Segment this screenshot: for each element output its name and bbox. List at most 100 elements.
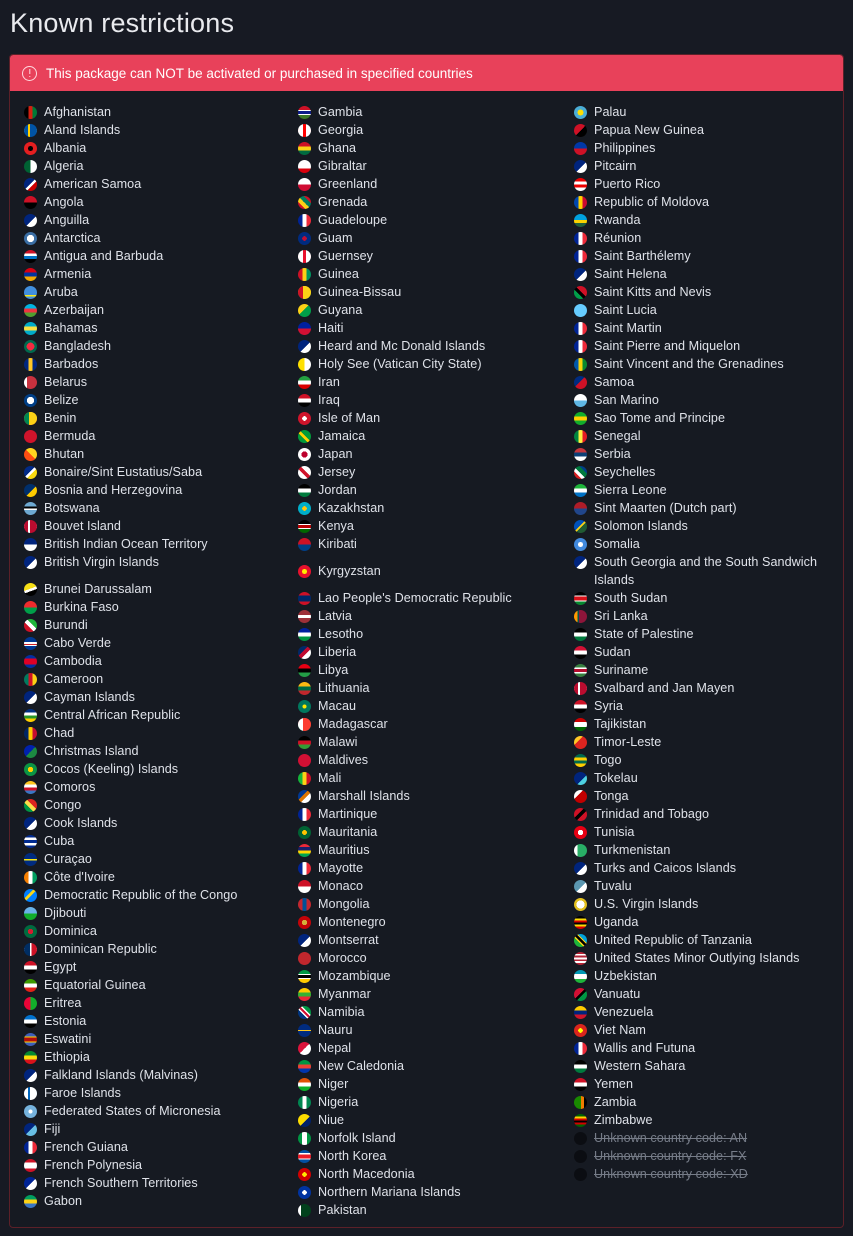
country-name: Greenland xyxy=(318,177,378,191)
country-flag-icon xyxy=(24,1104,37,1118)
country-flag-icon xyxy=(574,1005,587,1019)
country-flag-icon xyxy=(574,1041,587,1055)
country-list-item: Viet Nam xyxy=(574,1021,839,1039)
country-list-item: Afghanistan xyxy=(24,103,280,121)
country-list-item: Serbia xyxy=(574,445,839,463)
country-name: Eswatini xyxy=(44,1032,92,1046)
country-name: Malawi xyxy=(318,735,358,749)
country-list-item: Faroe Islands xyxy=(24,1084,280,1102)
country-name: Puerto Rico xyxy=(594,177,661,191)
country-list-item: Libya xyxy=(298,661,556,679)
country-flag-icon xyxy=(298,285,311,299)
country-name: Saint Martin xyxy=(594,321,662,335)
country-name: Brunei Darussalam xyxy=(44,582,152,596)
country-name: Kiribati xyxy=(318,537,357,551)
country-list-item: Republic of Moldova xyxy=(574,193,839,211)
country-name: Madagascar xyxy=(318,717,388,731)
country-name: Ethiopia xyxy=(44,1050,90,1064)
country-list-item: French Polynesia xyxy=(24,1156,280,1174)
country-list-item: Guinea-Bissau xyxy=(298,283,556,301)
country-flag-icon xyxy=(24,1086,37,1100)
country-list-item: Wallis and Futuna xyxy=(574,1039,839,1057)
country-list-item: Bahamas xyxy=(24,319,280,337)
country-list-item: Venezuela xyxy=(574,1003,839,1021)
country-name: Pakistan xyxy=(318,1203,367,1217)
country-name: Unknown country code: AN xyxy=(594,1131,748,1145)
country-flag-icon xyxy=(574,339,587,353)
country-list-item: Morocco xyxy=(298,949,556,967)
restriction-alert-banner: This package can NOT be activated or pur… xyxy=(10,55,843,91)
country-list-item: Maldives xyxy=(298,751,556,769)
country-name: Togo xyxy=(594,753,622,767)
country-list-item: Botswana xyxy=(24,499,280,517)
country-list-item: Niger xyxy=(298,1075,556,1093)
country-list-item: Saint Pierre and Miquelon xyxy=(574,337,839,355)
country-list-item: Burundi xyxy=(24,616,280,634)
country-list-item: Albania xyxy=(24,139,280,157)
country-name: Algeria xyxy=(44,159,84,173)
country-list-item: Mayotte xyxy=(298,859,556,877)
country-flag-icon xyxy=(298,429,311,443)
country-list-item: U.S. Virgin Islands xyxy=(574,895,839,913)
country-list-item: Gabon xyxy=(24,1192,280,1210)
country-list-item: Japan xyxy=(298,445,556,463)
country-list-item: Estonia xyxy=(24,1012,280,1030)
country-list-item: Sao Tome and Principe xyxy=(574,409,839,427)
country-list-item: Equatorial Guinea xyxy=(24,976,280,994)
country-name: New Caledonia xyxy=(318,1059,405,1073)
country-name: State of Palestine xyxy=(594,627,694,641)
country-list-item: Ghana xyxy=(298,139,556,157)
country-name: Sint Maarten (Dutch part) xyxy=(594,501,737,515)
country-name: Egypt xyxy=(44,960,77,974)
country-flag-icon xyxy=(574,591,587,605)
country-flag-icon xyxy=(24,1158,37,1172)
country-flag-icon xyxy=(574,1095,587,1109)
country-name: French Polynesia xyxy=(44,1158,143,1172)
country-flag-icon xyxy=(24,690,37,704)
country-list-item: Fiji xyxy=(24,1120,280,1138)
country-flag-icon xyxy=(24,339,37,353)
country-list-item: United Republic of Tanzania xyxy=(574,931,839,949)
country-list-item: Comoros xyxy=(24,778,280,796)
country-flag-icon xyxy=(24,177,37,191)
country-list-item: Turks and Caicos Islands xyxy=(574,859,839,877)
country-list-item: Lithuania xyxy=(298,679,556,697)
country-list-item: Bermuda xyxy=(24,427,280,445)
country-list-item: Angola xyxy=(24,193,280,211)
country-list-item: Belarus xyxy=(24,373,280,391)
country-name: Lao People's Democratic Republic xyxy=(318,591,512,605)
country-list-item: Trinidad and Tobago xyxy=(574,805,839,823)
country-flag-icon xyxy=(298,915,311,929)
country-column-1: Afghanistan Aland Islands Albania Algeria Am… xyxy=(10,103,284,1219)
country-list-item: Côte d'Ivoire xyxy=(24,868,280,886)
country-list-item: Guinea xyxy=(298,265,556,283)
country-name: Kazakhstan xyxy=(318,501,385,515)
country-name: Niue xyxy=(318,1113,345,1127)
country-flag-icon xyxy=(24,375,37,389)
country-flag-icon xyxy=(298,195,311,209)
country-list-item: Cameroon xyxy=(24,670,280,688)
country-flag-icon xyxy=(574,141,587,155)
country-flag-icon xyxy=(24,105,37,119)
country-list-item: Lesotho xyxy=(298,625,556,643)
country-list-item: Tokelau xyxy=(574,769,839,787)
country-name: Liberia xyxy=(318,645,357,659)
country-list-item: Unknown country code: FX xyxy=(574,1147,839,1165)
country-name: Chad xyxy=(44,726,75,740)
country-flag-icon xyxy=(24,123,37,137)
country-list-item: Federated States of Micronesia xyxy=(24,1102,280,1120)
country-name: Gambia xyxy=(318,105,363,119)
country-name: Lesotho xyxy=(318,627,364,641)
country-name: Jersey xyxy=(318,465,356,479)
country-list-item: Sudan xyxy=(574,643,839,661)
country-flag-icon xyxy=(574,843,587,857)
country-name: Mali xyxy=(318,771,342,785)
country-flag-icon xyxy=(298,411,311,425)
country-name: Mauritania xyxy=(318,825,378,839)
country-flag-icon xyxy=(574,159,587,173)
country-name: Montserrat xyxy=(318,933,379,947)
country-list-item: Guyana xyxy=(298,301,556,319)
country-list-item: Cook Islands xyxy=(24,814,280,832)
country-flag-icon xyxy=(298,663,311,677)
country-flag-icon xyxy=(24,1122,37,1136)
